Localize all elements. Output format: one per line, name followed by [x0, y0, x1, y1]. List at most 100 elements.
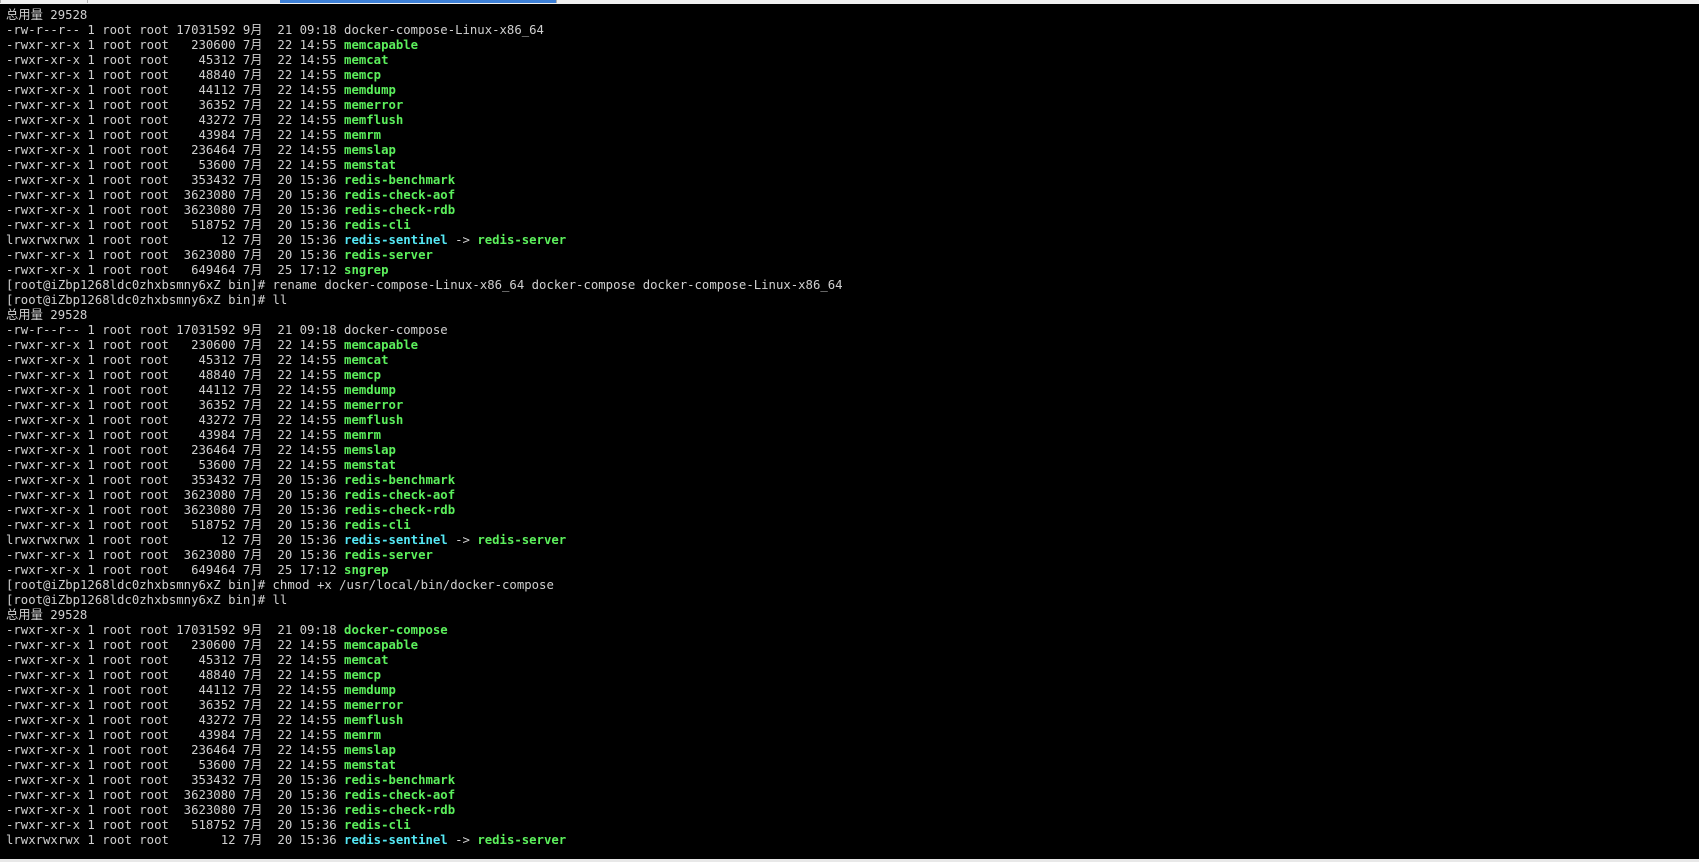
- terminal-line: -rwxr-xr-x 1 root root 649464 7月 25 17:1…: [6, 263, 843, 278]
- terminal-text: sngrep: [344, 263, 389, 277]
- terminal-text: ->: [447, 833, 478, 847]
- terminal-text: -rwxr-xr-x 1 root root 36352 7月 22 14:55: [6, 398, 345, 412]
- terminal-text: memdump: [344, 83, 396, 97]
- terminal-text: memrm: [344, 728, 382, 742]
- terminal-line: -rwxr-xr-x 1 root root 43984 7月 22 14:55…: [6, 428, 843, 443]
- terminal-line: -rwxr-xr-x 1 root root 43984 7月 22 14:55…: [6, 728, 843, 743]
- terminal-text: -rwxr-xr-x 1 root root 53600 7月 22 14:55: [6, 458, 345, 472]
- terminal-line: -rwxr-xr-x 1 root root 36352 7月 22 14:55…: [6, 698, 843, 713]
- terminal-line: lrwxrwxrwx 1 root root 12 7月 20 15:36 re…: [6, 233, 843, 248]
- terminal-text: memstat: [344, 758, 396, 772]
- terminal-text: redis-sentinel: [344, 533, 448, 547]
- terminal-text: -rwxr-xr-x 1 root root 236464 7月 22 14:5…: [6, 743, 345, 757]
- terminal-text: memstat: [344, 458, 396, 472]
- terminal-line: -rwxr-xr-x 1 root root 3623080 7月 20 15:…: [6, 188, 843, 203]
- terminal-line: -rwxr-xr-x 1 root root 36352 7月 22 14:55…: [6, 98, 843, 113]
- terminal-text: -rwxr-xr-x 1 root root 236464 7月 22 14:5…: [6, 443, 345, 457]
- terminal-line: -rwxr-xr-x 1 root root 53600 7月 22 14:55…: [6, 158, 843, 173]
- terminal-text: redis-check-aof: [344, 188, 456, 202]
- terminal-line: 总用量 29528: [6, 308, 843, 323]
- terminal-line: -rwxr-xr-x 1 root root 48840 7月 22 14:55…: [6, 368, 843, 383]
- terminal-text: memrm: [344, 428, 382, 442]
- terminal-text: -rwxr-xr-x 1 root root 3623080 7月 20 15:…: [6, 503, 345, 517]
- terminal-line: -rwxr-xr-x 1 root root 3623080 7月 20 15:…: [6, 203, 843, 218]
- terminal-text: -rwxr-xr-x 1 root root 230600 7月 22 14:5…: [6, 338, 345, 352]
- terminal-line: -rwxr-xr-x 1 root root 230600 7月 22 14:5…: [6, 638, 843, 653]
- terminal-line: -rwxr-xr-x 1 root root 353432 7月 20 15:3…: [6, 173, 843, 188]
- terminal-text: -rwxr-xr-x 1 root root 17031592 9月 21 09…: [6, 623, 345, 637]
- terminal-text: memdump: [344, 383, 396, 397]
- terminal-text: redis-check-rdb: [344, 803, 456, 817]
- terminal-text: [root@iZbp1268ldc0zhxbsmny6xZ bin]# rena…: [6, 278, 843, 292]
- terminal-text: 总用量 29528: [6, 8, 88, 22]
- terminal-text: -rwxr-xr-x 1 root root 44112 7月 22 14:55: [6, 683, 345, 697]
- terminal-output[interactable]: 总用量 29528 -rw-r--r-- 1 root root 17031592…: [0, 4, 1699, 859]
- terminal-line: -rwxr-xr-x 1 root root 518752 7月 20 15:3…: [6, 518, 843, 533]
- terminal-line: -rwxr-xr-x 1 root root 36352 7月 22 14:55…: [6, 398, 843, 413]
- terminal-text: memcp: [344, 68, 382, 82]
- terminal-line: -rwxr-xr-x 1 root root 236464 7月 22 14:5…: [6, 743, 843, 758]
- terminal-text: memslap: [344, 443, 396, 457]
- terminal-text: -rwxr-xr-x 1 root root 44112 7月 22 14:55: [6, 383, 345, 397]
- terminal-text: memcat: [344, 53, 389, 67]
- terminal-text: -rwxr-xr-x 1 root root 353432 7月 20 15:3…: [6, 473, 345, 487]
- terminal-text: -rwxr-xr-x 1 root root 44112 7月 22 14:55: [6, 83, 345, 97]
- terminal-text: redis-server: [344, 248, 433, 262]
- terminal-text: lrwxrwxrwx 1 root root 12 7月 20 15:36: [6, 233, 345, 247]
- terminal-text: memcp: [344, 668, 382, 682]
- terminal-line: -rwxr-xr-x 1 root root 53600 7月 22 14:55…: [6, 458, 843, 473]
- terminal-line: -rwxr-xr-x 1 root root 3623080 7月 20 15:…: [6, 248, 843, 263]
- terminal-text: redis-check-aof: [344, 788, 456, 802]
- terminal-line: lrwxrwxrwx 1 root root 12 7月 20 15:36 re…: [6, 833, 843, 848]
- tab-session-1[interactable]: [0, 0, 88, 3]
- terminal-text: redis-cli: [344, 218, 411, 232]
- terminal-text: redis-benchmark: [344, 473, 456, 487]
- terminal-text: memrm: [344, 128, 382, 142]
- terminal-line: -rwxr-xr-x 1 root root 45312 7月 22 14:55…: [6, 653, 843, 668]
- terminal-line: -rwxr-xr-x 1 root root 236464 7月 22 14:5…: [6, 443, 843, 458]
- terminal-text: memerror: [344, 398, 404, 412]
- terminal-text: -rwxr-xr-x 1 root root 3623080 7月 20 15:…: [6, 788, 345, 802]
- terminal-line: -rwxr-xr-x 1 root root 649464 7月 25 17:1…: [6, 563, 843, 578]
- terminal-line: -rwxr-xr-x 1 root root 43272 7月 22 14:55…: [6, 413, 843, 428]
- terminal-line: -rwxr-xr-x 1 root root 43272 7月 22 14:55…: [6, 713, 843, 728]
- terminal-text: memcapable: [344, 638, 419, 652]
- terminal-text: redis-server: [477, 833, 567, 847]
- terminal-text: lrwxrwxrwx 1 root root 12 7月 20 15:36: [6, 533, 345, 547]
- terminal-line: -rwxr-xr-x 1 root root 3623080 7月 20 15:…: [6, 488, 843, 503]
- terminal-line: lrwxrwxrwx 1 root root 12 7月 20 15:36 re…: [6, 533, 843, 548]
- terminal-text: -rwxr-xr-x 1 root root 353432 7月 20 15:3…: [6, 773, 345, 787]
- terminal-text: -rw-r--r-- 1 root root 17031592 9月 21 09…: [6, 23, 345, 37]
- terminal-line: -rwxr-xr-x 1 root root 3623080 7月 20 15:…: [6, 503, 843, 518]
- terminal-text: -rwxr-xr-x 1 root root 230600 7月 22 14:5…: [6, 38, 345, 52]
- terminal-line: -rwxr-xr-x 1 root root 230600 7月 22 14:5…: [6, 338, 843, 353]
- terminal-line: -rw-r--r-- 1 root root 17031592 9月 21 09…: [6, 23, 843, 38]
- terminal-line: -rwxr-xr-x 1 root root 236464 7月 22 14:5…: [6, 143, 843, 158]
- terminal-text: docker-compose: [344, 323, 448, 337]
- terminal-text: -rwxr-xr-x 1 root root 36352 7月 22 14:55: [6, 98, 345, 112]
- terminal-line: -rwxr-xr-x 1 root root 3623080 7月 20 15:…: [6, 803, 843, 818]
- tab-session-active[interactable]: [280, 0, 556, 3]
- terminal-text: -rwxr-xr-x 1 root root 45312 7月 22 14:55: [6, 353, 345, 367]
- terminal-text: memerror: [344, 98, 404, 112]
- terminal-text: -rwxr-xr-x 1 root root 43984 7月 22 14:55: [6, 128, 345, 142]
- terminal-line: -rwxr-xr-x 1 root root 44112 7月 22 14:55…: [6, 683, 843, 698]
- terminal-text: redis-check-rdb: [344, 503, 456, 517]
- terminal-text: docker-compose-Linux-x86_64: [344, 23, 544, 37]
- terminal-text: 总用量 29528: [6, 608, 88, 622]
- terminal-text: -rwxr-xr-x 1 root root 3623080 7月 20 15:…: [6, 803, 345, 817]
- terminal-text: -rwxr-xr-x 1 root root 518752 7月 20 15:3…: [6, 218, 345, 232]
- tab-session-3[interactable]: [556, 0, 1699, 3]
- terminal-text: redis-cli: [344, 518, 411, 532]
- terminal-text: memdump: [344, 683, 396, 697]
- terminal-line: -rwxr-xr-x 1 root root 3623080 7月 20 15:…: [6, 788, 843, 803]
- terminal-text: -rwxr-xr-x 1 root root 236464 7月 22 14:5…: [6, 143, 345, 157]
- terminal-text: redis-check-rdb: [344, 203, 456, 217]
- terminal-text: -rwxr-xr-x 1 root root 3623080 7月 20 15:…: [6, 203, 345, 217]
- terminal-text: lrwxrwxrwx 1 root root 12 7月 20 15:36: [6, 833, 345, 847]
- terminal-text: redis-benchmark: [344, 773, 456, 787]
- terminal-text: -rwxr-xr-x 1 root root 48840 7月 22 14:55: [6, 668, 345, 682]
- terminal-text: redis-check-aof: [344, 488, 456, 502]
- terminal-text: -rwxr-xr-x 1 root root 649464 7月 25 17:1…: [6, 263, 345, 277]
- terminal-text: -rw-r--r-- 1 root root 17031592 9月 21 09…: [6, 323, 345, 337]
